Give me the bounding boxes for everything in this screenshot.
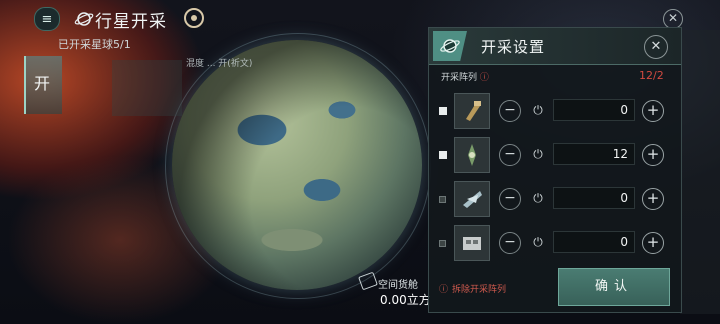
increase-button[interactable]: + (642, 144, 664, 166)
planet-view[interactable] (172, 40, 422, 290)
mining-row: − ⏻ 0 + (429, 91, 681, 131)
mining-row: − ⏻ 0 + (429, 179, 681, 219)
space-background: 开 混度 ... 开(祈文) ≡ 行星开采 已开采星球5/1 ✕ 空间货舱 0.… (0, 0, 720, 324)
row-checkbox[interactable] (439, 151, 447, 159)
drill-icon (454, 93, 490, 129)
mining-settings-panel: 开采设置 ✕ 开采阵列 ⓘ 12/2 − ⏻ 0 + − ⏻ 12 + − ⏻ … (428, 27, 682, 313)
close-screen-button[interactable]: ✕ (663, 9, 683, 29)
planet-name: 混度 ... 开(祈文) (186, 59, 253, 69)
quantity-field[interactable]: 12 (553, 143, 635, 165)
dismantle-array-link[interactable]: ⓘ 拆除开采阵列 (439, 282, 506, 295)
locate-button[interactable] (184, 8, 204, 28)
mining-row: − ⏻ 12 + (429, 135, 681, 175)
decrease-button[interactable]: − (499, 144, 521, 166)
increase-button[interactable]: + (642, 188, 664, 210)
mining-row: − ⏻ 0 + (429, 223, 681, 263)
mined-planets-count: 已开采星球5/1 (58, 38, 131, 51)
panel-close-button[interactable]: ✕ (644, 35, 668, 59)
menu-icon: ≡ (41, 11, 53, 27)
menu-button[interactable]: ≡ (34, 7, 60, 31)
close-icon: ✕ (667, 11, 679, 25)
close-icon: ✕ (650, 39, 662, 54)
power-icon[interactable]: ⏻ (529, 101, 547, 119)
quantity-field[interactable]: 0 (553, 187, 635, 209)
container-icon (454, 225, 490, 261)
extractor-icon (454, 137, 490, 173)
row-checkbox[interactable] (439, 196, 446, 203)
increase-button[interactable]: + (642, 100, 664, 122)
scanner-icon (454, 181, 490, 217)
panel-planet-icon (433, 31, 467, 61)
planet-tab-label: 开 (34, 74, 51, 93)
row-checkbox[interactable] (439, 107, 447, 115)
quantity-field[interactable]: 0 (553, 231, 635, 253)
panel-title: 开采设置 (481, 38, 546, 56)
power-icon[interactable]: ⏻ (529, 189, 547, 207)
background-panel-edge (680, 30, 720, 314)
decrease-button[interactable]: − (499, 188, 521, 210)
warning-icon: ⓘ (439, 285, 449, 295)
increase-button[interactable]: + (642, 232, 664, 254)
decrease-button[interactable]: − (499, 100, 521, 122)
mining-array-count: 12/2 (639, 69, 664, 82)
row-checkbox[interactable] (439, 240, 446, 247)
secondary-planet-tab[interactable] (112, 60, 182, 116)
power-icon[interactable]: ⏻ (529, 145, 547, 163)
power-icon[interactable]: ⏻ (529, 233, 547, 251)
mining-array-label-text: 开采阵列 (441, 73, 478, 83)
cargo-label: 空间货舱 (378, 280, 418, 291)
panel-header: 开采设置 ✕ (429, 28, 681, 65)
mining-array-label: 开采阵列 ⓘ (441, 70, 489, 83)
decrease-button[interactable]: − (499, 232, 521, 254)
confirm-button[interactable]: 确认 (558, 268, 670, 306)
info-icon[interactable]: ⓘ (480, 73, 489, 83)
planet-icon (74, 12, 94, 26)
quantity-field[interactable]: 0 (553, 99, 635, 121)
cargo-value: 0.00立方 (380, 293, 431, 307)
dismantle-label: 拆除开采阵列 (452, 285, 507, 295)
page-title: 行星开采 (95, 12, 167, 32)
